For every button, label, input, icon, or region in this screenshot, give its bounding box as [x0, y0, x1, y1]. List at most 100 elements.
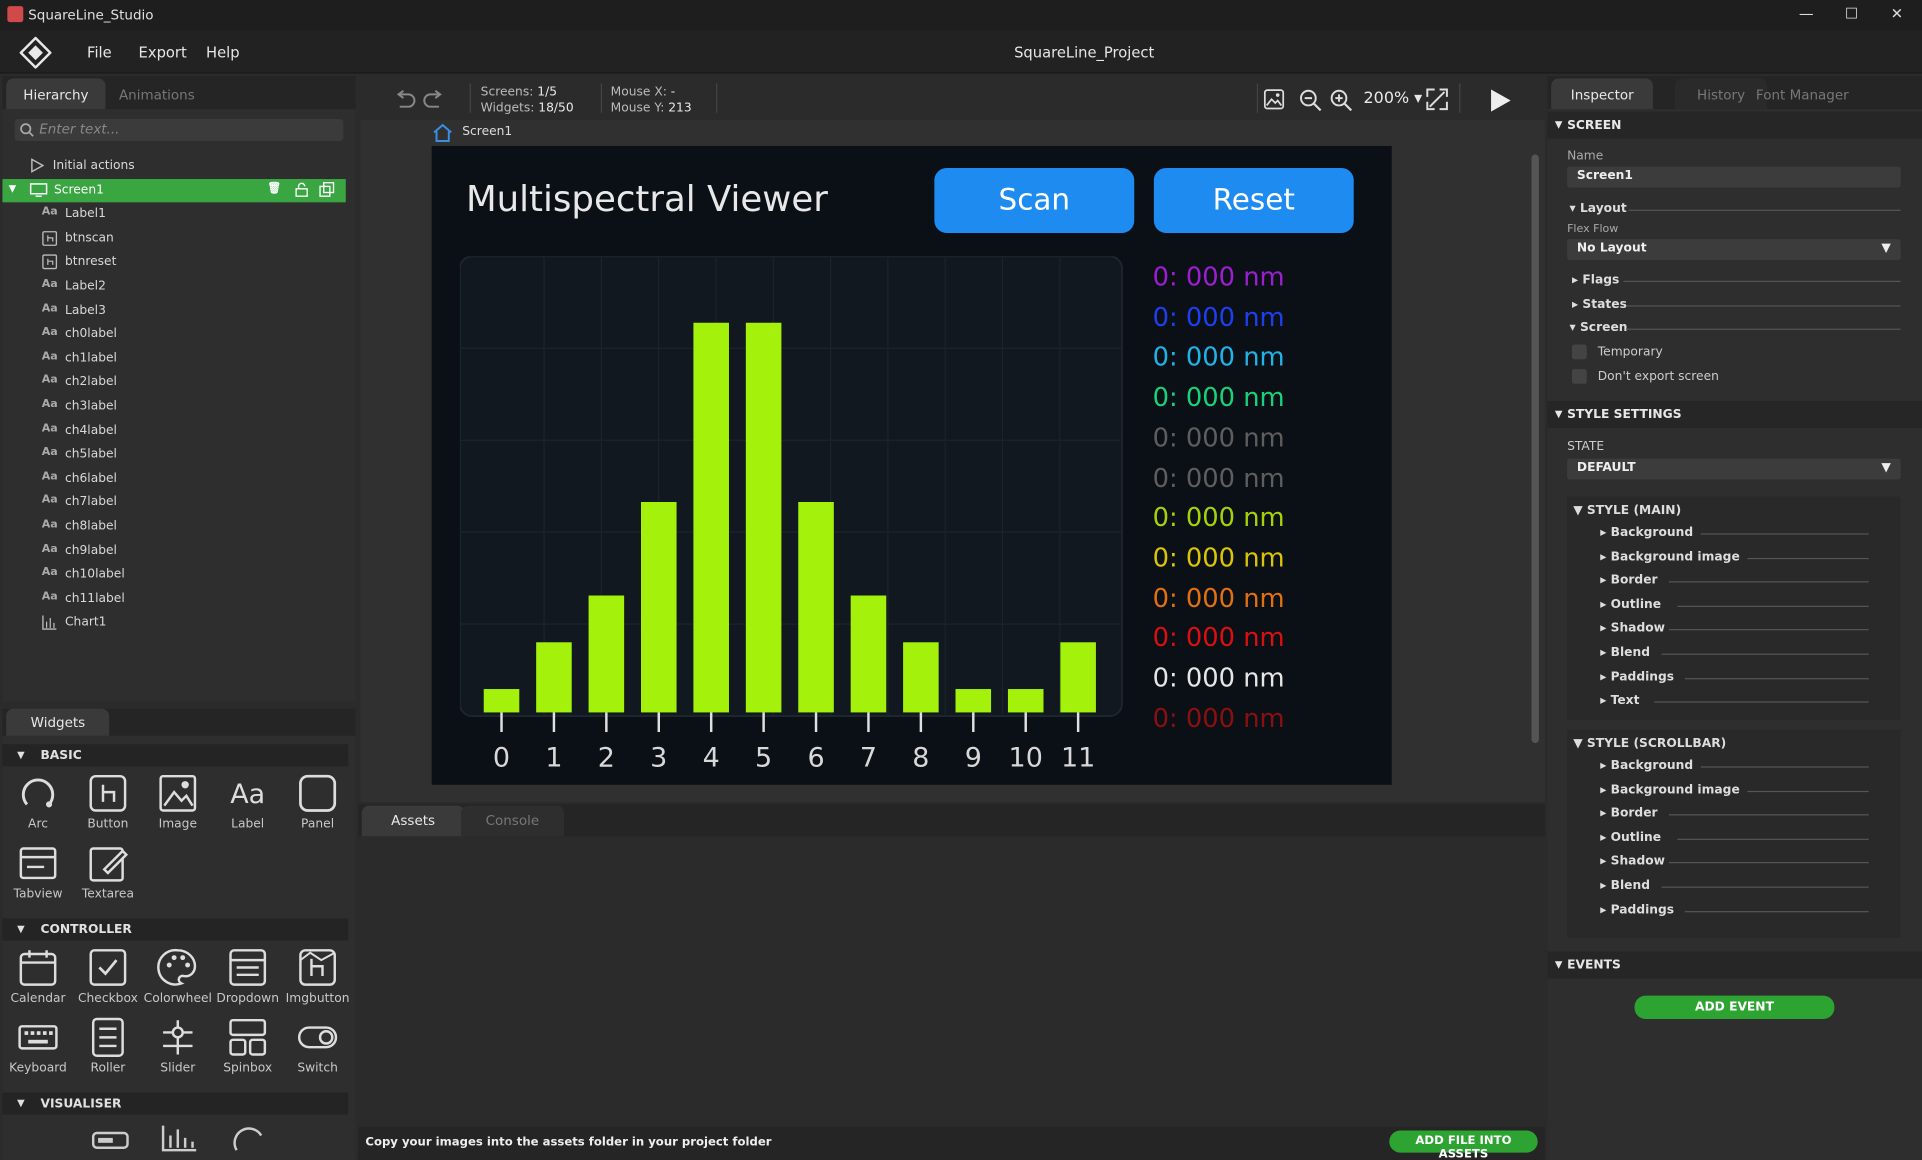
style-main-toggle[interactable]: ▼ STYLE (MAIN) — [1573, 504, 1681, 517]
hierarchy-search-input[interactable]: Enter text... — [14, 118, 344, 142]
screen-toggle[interactable]: ▾ Screen — [1570, 321, 1628, 334]
tree-item[interactable]: Aa ch1label — [2, 347, 345, 370]
tree-item[interactable]: Aa ch2label — [2, 371, 345, 394]
slider-widget[interactable]: Slider — [143, 1014, 212, 1083]
duplicate-icon[interactable] — [319, 181, 335, 197]
style-prop-toggle[interactable]: ▸ Outline — [1600, 831, 1661, 844]
style-prop-toggle[interactable]: ▸ Background image — [1600, 783, 1740, 796]
tabview-widget[interactable]: Tabview — [4, 840, 73, 909]
checkbox-widget[interactable]: Checkbox — [74, 944, 143, 1013]
maximize-button[interactable]: ☐ — [1839, 5, 1864, 25]
add-event-button[interactable]: ADD EVENT — [1634, 995, 1835, 1019]
tree-item[interactable]: Aa ch3label — [2, 395, 345, 418]
tree-item[interactable]: Chart1 — [2, 611, 345, 634]
tree-item[interactable]: btnreset — [2, 251, 345, 274]
section-controller[interactable]: ▼ CONTROLLER — [2, 918, 349, 941]
scan-button[interactable]: Scan — [934, 167, 1135, 233]
layout-toggle[interactable]: ▾ Layout — [1570, 202, 1627, 215]
tree-item[interactable]: Aa Label2 — [2, 275, 345, 298]
button-widget[interactable]: Button — [74, 770, 143, 839]
close-button[interactable]: ✕ — [1885, 5, 1910, 25]
style-prop-toggle[interactable]: ▸ Border — [1600, 807, 1657, 820]
states-toggle[interactable]: ▸ States — [1572, 298, 1627, 311]
textarea-widget[interactable]: Textarea — [74, 840, 143, 909]
roller-widget[interactable]: Roller — [74, 1014, 143, 1083]
style-prop-toggle[interactable]: ▸ Background image — [1600, 550, 1740, 563]
reset-button[interactable]: Reset — [1153, 167, 1354, 233]
style-prop-toggle[interactable]: ▸ Blend — [1600, 646, 1650, 659]
tree-item[interactable]: Aa ch9label — [2, 539, 345, 562]
tree-item[interactable]: Aa ch0label — [2, 323, 345, 346]
bar-widget-icon[interactable] — [91, 1126, 130, 1153]
arc-widget[interactable]: Arc — [4, 770, 73, 839]
style-prop-toggle[interactable]: ▸ Shadow — [1600, 622, 1665, 635]
flexflow-dropdown[interactable]: No Layout ▼ — [1567, 239, 1901, 260]
style-prop-toggle[interactable]: ▸ Paddings — [1600, 670, 1674, 683]
zoom-in-icon[interactable] — [1329, 88, 1354, 113]
section-events[interactable]: ▼ EVENTS — [1547, 951, 1922, 979]
chart-widget-icon[interactable] — [159, 1123, 198, 1152]
tree-item[interactable]: Aa ch4label — [2, 419, 345, 442]
expand-arrow-icon[interactable]: ▼ — [9, 182, 17, 193]
spinbox-widget[interactable]: Spinbox — [213, 1014, 282, 1083]
tab-console[interactable]: Console — [461, 805, 564, 837]
zoom-dropdown[interactable]: 200% ▾ — [1364, 90, 1423, 108]
style-prop-toggle[interactable]: ▸ Paddings — [1600, 903, 1674, 916]
breadcrumb[interactable]: Screen1 — [462, 125, 512, 138]
style-prop-toggle[interactable]: ▸ Border — [1600, 574, 1657, 587]
tab-hierarchy[interactable]: Hierarchy — [6, 78, 106, 110]
style-prop-toggle[interactable]: ▸ Shadow — [1600, 855, 1665, 868]
state-dropdown[interactable]: DEFAULT ▼ — [1567, 458, 1901, 480]
section-basic[interactable]: ▼ BASIC — [2, 744, 349, 767]
switch-widget[interactable]: Switch — [283, 1014, 352, 1083]
flags-toggle[interactable]: ▸ Flags — [1572, 273, 1619, 286]
imgbutton-widget[interactable]: Imgbutton — [283, 944, 352, 1013]
dropdown-widget[interactable]: Dropdown — [213, 944, 282, 1013]
delete-icon[interactable]: 🗑 — [267, 182, 281, 194]
tree-item[interactable]: Aa ch11label — [2, 587, 345, 610]
calendar-widget[interactable]: Calendar — [4, 944, 73, 1013]
minimize-button[interactable]: — — [1794, 5, 1819, 25]
add-file-button[interactable]: ADD FILE INTO ASSETS — [1389, 1130, 1538, 1160]
style-prop-toggle[interactable]: ▸ Outline — [1600, 598, 1661, 611]
panel-widget[interactable]: Panel — [283, 770, 352, 839]
canvas-scrollbar[interactable] — [1531, 154, 1539, 744]
dont-export-checkbox[interactable] — [1571, 369, 1587, 384]
image-widget[interactable]: Image — [143, 770, 212, 839]
style-prop-toggle[interactable]: ▸ Background — [1600, 526, 1693, 539]
background-image-icon[interactable] — [1263, 88, 1285, 110]
name-input[interactable]: Screen1 — [1567, 166, 1901, 188]
temporary-checkbox[interactable] — [1571, 344, 1587, 360]
tree-item[interactable]: Aa Label1 — [2, 203, 345, 226]
style-prop-toggle[interactable]: ▸ Blend — [1600, 879, 1650, 892]
redo-icon[interactable] — [422, 87, 447, 112]
tree-item[interactable]: Initial actions — [2, 155, 345, 178]
section-visualiser[interactable]: ▼ VISUALISER — [2, 1092, 349, 1115]
style-prop-toggle[interactable]: ▸ Background — [1600, 759, 1693, 772]
style-prop-toggle[interactable]: ▸ Text — [1600, 694, 1639, 707]
menu-help[interactable]: Help — [206, 44, 240, 61]
menu-file[interactable]: File — [87, 44, 112, 61]
tab-animations[interactable]: Animations — [102, 78, 212, 109]
tree-item[interactable]: Aa Label3 — [2, 299, 345, 322]
keyboard-widget[interactable]: Keyboard — [4, 1014, 73, 1083]
style-scrollbar-toggle[interactable]: ▼ STYLE (SCROLLBAR) — [1573, 737, 1726, 750]
tree-item[interactable]: Aa ch8label — [2, 515, 345, 538]
tree-item[interactable]: Aa ch7label — [2, 491, 345, 514]
tree-item[interactable]: Aa ch5label — [2, 443, 345, 466]
play-icon[interactable] — [1487, 88, 1512, 113]
tab-inspector[interactable]: Inspector — [1551, 78, 1654, 110]
label-widget[interactable]: Aa Label — [213, 770, 282, 839]
fit-screen-icon[interactable] — [1425, 87, 1450, 112]
section-style-settings[interactable]: ▼ STYLE SETTINGS — [1547, 400, 1922, 428]
tab-font-manager[interactable]: Font Manager — [1741, 78, 1863, 109]
tab-assets[interactable]: Assets — [361, 805, 465, 837]
section-screen[interactable]: ▼ SCREEN — [1547, 111, 1922, 139]
tree-item[interactable]: btnscan — [2, 227, 345, 250]
home-icon[interactable] — [432, 123, 454, 143]
colorwheel-widget[interactable]: Colorwheel — [143, 944, 212, 1013]
device-screen[interactable]: Multispectral Viewer Scan Reset 0 1 2 3 4 5 6 7… — [431, 145, 1392, 785]
tree-item[interactable]: Aa ch10label — [2, 563, 345, 586]
spinner-widget-icon[interactable] — [229, 1123, 268, 1152]
zoom-out-icon[interactable] — [1299, 88, 1324, 113]
